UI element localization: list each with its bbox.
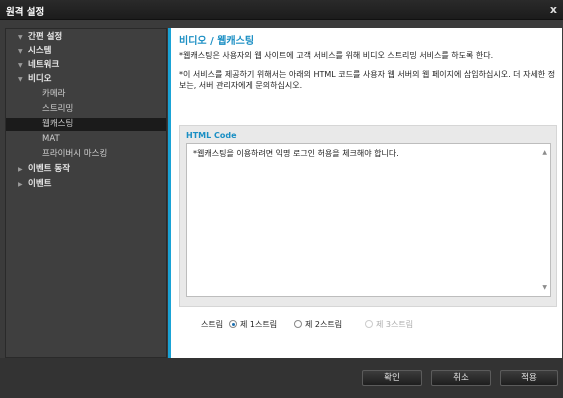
tree-item-label: 프라이버시 마스킹 [42, 149, 108, 159]
expand-arrow-icon: ▼ [18, 76, 23, 83]
tree-item-label: 비디오 [28, 74, 52, 84]
description-text: *이 서비스를 제공하기 위해서는 아래의 HTML 코드를 사용자 웹 서버의… [179, 70, 556, 90]
page-title: 비디오 / 웹캐스팅 [179, 36, 255, 47]
radio-icon [294, 320, 302, 328]
html-code-label: HTML Code [186, 131, 237, 140]
tree-item-privacy-masking[interactable]: 프라이버시 마스킹 [6, 148, 166, 161]
tree-item-event-action[interactable]: ▶ 이벤트 동작 [6, 163, 166, 176]
expand-arrow-icon: ▶ [18, 181, 23, 188]
tree-item-video[interactable]: ▼ 비디오 [6, 73, 166, 86]
scroll-down-icon[interactable]: ▼ [542, 284, 547, 291]
remote-settings-window: 원격 설정 x ▼ 간편 설정 ▼ 시스템 ▼ 네트워크 ▼ 비디오 카메라 스… [0, 0, 563, 398]
tree-item-mat[interactable]: MAT [6, 133, 166, 146]
radio-label: 제 2스트림 [305, 320, 343, 329]
expand-arrow-icon: ▶ [18, 166, 23, 173]
html-code-textarea[interactable]: *웹캐스팅을 이용하려면 익명 로그인 허용을 체크해야 합니다. ▲ ▼ [186, 143, 551, 297]
tree-item-label: 간편 설정 [28, 32, 63, 42]
radio-selected-icon [229, 320, 237, 328]
confirm-button[interactable]: 확인 [362, 370, 422, 386]
expand-arrow-icon: ▼ [18, 48, 23, 55]
tree-item-label: MAT [42, 134, 60, 144]
tree-item-label: 네트워크 [28, 60, 60, 70]
html-code-text: *웹캐스팅을 이용하려면 익명 로그인 허용을 체크해야 합니다. [193, 149, 399, 158]
tree-item-quick-setup[interactable]: ▼ 간편 설정 [6, 31, 166, 44]
expand-arrow-icon: ▼ [18, 62, 23, 69]
tree-item-streaming[interactable]: 스트리밍 [6, 103, 166, 116]
close-icon[interactable]: x [550, 3, 557, 16]
radio-label: 제 1스트림 [240, 320, 278, 329]
cancel-button[interactable]: 취소 [431, 370, 491, 386]
html-code-panel: HTML Code *웹캐스팅을 이용하려면 익명 로그인 허용을 체크해야 합… [179, 125, 557, 307]
title-bar: 원격 설정 x [0, 0, 563, 20]
stream-1-radio[interactable]: 제 1스트림 [229, 319, 277, 331]
tree-item-network[interactable]: ▼ 네트워크 [6, 59, 166, 72]
apply-button[interactable]: 적용 [500, 370, 558, 386]
body-area: ▼ 간편 설정 ▼ 시스템 ▼ 네트워크 ▼ 비디오 카메라 스트리밍 웹캐스팅… [5, 28, 562, 358]
tree-item-webcasting[interactable]: 웹캐스팅 [6, 118, 166, 131]
scroll-up-icon[interactable]: ▲ [542, 149, 547, 156]
radio-icon [365, 320, 373, 328]
stream-2-radio[interactable]: 제 2스트림 [294, 319, 342, 331]
stream-label: 스트림 [201, 320, 224, 329]
stream-3-radio: 제 3스트림 [365, 319, 413, 331]
tree-item-label: 웹캐스팅 [42, 119, 74, 129]
tree-item-label: 카메라 [42, 89, 66, 99]
tree-item-label: 스트리밍 [42, 104, 74, 114]
description-text: *웹캐스팅은 사용자의 웹 사이트에 고객 서비스를 위해 비디오 스트리밍 서… [179, 51, 494, 60]
settings-content: 비디오 / 웹캐스팅 *웹캐스팅은 사용자의 웹 사이트에 고객 서비스를 위해… [171, 28, 562, 358]
tree-item-label: 이벤트 [28, 179, 52, 189]
settings-tree: ▼ 간편 설정 ▼ 시스템 ▼ 네트워크 ▼ 비디오 카메라 스트리밍 웹캐스팅… [5, 28, 167, 358]
window-title: 원격 설정 [6, 7, 45, 18]
radio-label: 제 3스트림 [376, 320, 414, 329]
tree-item-label: 시스템 [28, 46, 52, 56]
expand-arrow-icon: ▼ [18, 34, 23, 41]
tree-item-camera[interactable]: 카메라 [6, 88, 166, 101]
tree-item-system[interactable]: ▼ 시스템 [6, 45, 166, 58]
tree-item-event[interactable]: ▶ 이벤트 [6, 178, 166, 191]
tree-item-label: 이벤트 동작 [28, 164, 71, 174]
